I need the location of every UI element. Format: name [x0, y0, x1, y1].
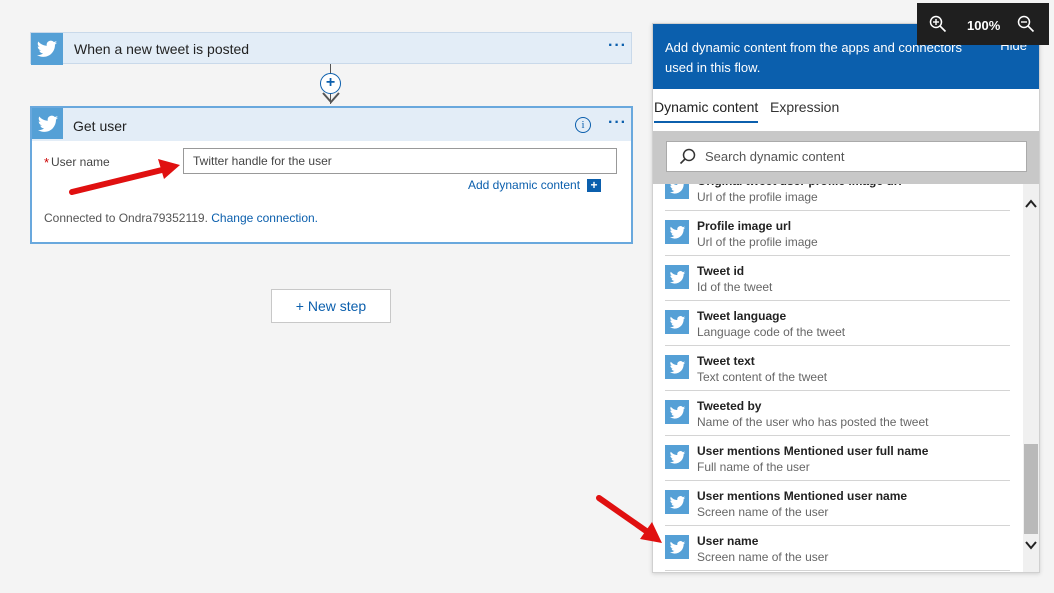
- twitter-icon: [31, 33, 63, 65]
- annotation-arrow-icon: [69, 159, 180, 195]
- list-item-description: Screen name of the user: [697, 505, 829, 519]
- twitter-icon: [665, 310, 689, 334]
- get-user-header[interactable]: Get user i ···: [32, 108, 631, 141]
- required-marker: *: [44, 155, 50, 170]
- add-dynamic-content-link[interactable]: Add dynamic content: [468, 178, 580, 192]
- list-item-name: User name: [697, 534, 759, 548]
- list-item[interactable]: User name Screen name of the user: [665, 526, 1010, 571]
- list-item-description: Full name of the user: [697, 460, 810, 474]
- trigger-menu-button[interactable]: ···: [608, 37, 627, 55]
- list-item-description: Screen name of the user: [697, 550, 829, 564]
- list-item-name: Original tweet user profile image url: [697, 184, 902, 188]
- list-item[interactable]: Tweeted by Name of the user who has poste…: [665, 391, 1010, 436]
- scrollbar[interactable]: [1023, 184, 1039, 572]
- list-item-description: Id of the tweet: [697, 280, 773, 294]
- scroll-down-icon[interactable]: [1025, 540, 1037, 550]
- tab-dynamic-content[interactable]: Dynamic content: [654, 99, 759, 123]
- twitter-icon: [665, 535, 689, 559]
- list-item[interactable]: Tweet id Id of the tweet: [665, 256, 1010, 301]
- twitter-icon: [665, 355, 689, 379]
- list-item-description: Text content of the tweet: [697, 370, 828, 384]
- info-icon[interactable]: i: [575, 117, 591, 133]
- search-box[interactable]: [666, 141, 1027, 172]
- list-item-name: Tweeted by: [697, 399, 762, 413]
- twitter-icon: [665, 184, 689, 199]
- change-connection-link[interactable]: Change connection.: [211, 211, 318, 225]
- list-item[interactable]: Tweet language Language code of the tweet: [665, 301, 1010, 346]
- twitter-icon: [665, 265, 689, 289]
- zoom-level: 100%: [967, 18, 1001, 33]
- search-area: [653, 131, 1039, 184]
- list-item-description: Name of the user who has posted the twee…: [697, 415, 929, 429]
- zoom-toolbar: 100%: [917, 3, 1049, 45]
- list-item-name: Profile image url: [697, 219, 792, 233]
- search-icon: [679, 148, 696, 165]
- get-user-menu-button[interactable]: ···: [608, 114, 627, 132]
- list-item[interactable]: Original tweet user profile image url Url…: [665, 184, 1010, 211]
- user-name-input[interactable]: [183, 148, 617, 174]
- dynamic-content-panel: Add dynamic content from the apps and co…: [652, 23, 1040, 573]
- list-item[interactable]: User mentions Mentioned user full name Fu…: [665, 436, 1010, 481]
- trigger-card[interactable]: When a new tweet is posted ···: [30, 32, 632, 65]
- twitter-icon: [665, 220, 689, 244]
- list-item-name: Tweet language: [697, 309, 787, 323]
- list-item[interactable]: Profile image url Url of the profile imag…: [665, 211, 1010, 256]
- tab-expression[interactable]: Expression: [770, 99, 839, 115]
- get-user-title: Get user: [73, 118, 127, 134]
- annotation-arrow-icon: [596, 495, 662, 543]
- connection-text: Connected to Ondra79352119.: [44, 211, 208, 225]
- chevron-down-icon: [322, 92, 340, 104]
- list-item-name: Tweet text: [697, 354, 755, 368]
- twitter-icon: [665, 490, 689, 514]
- list-item[interactable]: User mentions Mentioned user name Screen …: [665, 481, 1010, 526]
- new-step-button[interactable]: + New step: [271, 289, 391, 323]
- twitter-icon: [665, 400, 689, 424]
- zoom-out-icon[interactable]: [1017, 15, 1035, 33]
- twitter-icon: [665, 445, 689, 469]
- trigger-title: When a new tweet is posted: [74, 41, 250, 57]
- zoom-in-icon[interactable]: [929, 15, 947, 33]
- list-item-name: Tweet id: [697, 264, 745, 278]
- list-item-name: User mentions Mentioned user full name: [697, 444, 929, 458]
- list-item-name: User mentions Mentioned user name: [697, 489, 908, 503]
- list-item-description: Language code of the tweet: [697, 325, 846, 339]
- add-dynamic-content-plus-icon[interactable]: +: [587, 179, 601, 192]
- list-item-description: Url of the profile image: [697, 190, 818, 204]
- scroll-up-icon[interactable]: [1025, 199, 1037, 209]
- insert-step-button[interactable]: +: [320, 73, 341, 94]
- connection-info: Connected to Ondra79352119. Change conne…: [44, 211, 318, 225]
- search-input[interactable]: [705, 142, 1015, 171]
- twitter-icon: [32, 108, 63, 139]
- list-item[interactable]: Tweet text Text content of the tweet: [665, 346, 1010, 391]
- list-item-description: Url of the profile image: [697, 235, 818, 249]
- dynamic-content-items: Original tweet user profile image url Url…: [653, 184, 1025, 571]
- scrollbar-thumb[interactable]: [1024, 444, 1038, 534]
- dynamic-content-list: Original tweet user profile image url Url…: [653, 184, 1025, 572]
